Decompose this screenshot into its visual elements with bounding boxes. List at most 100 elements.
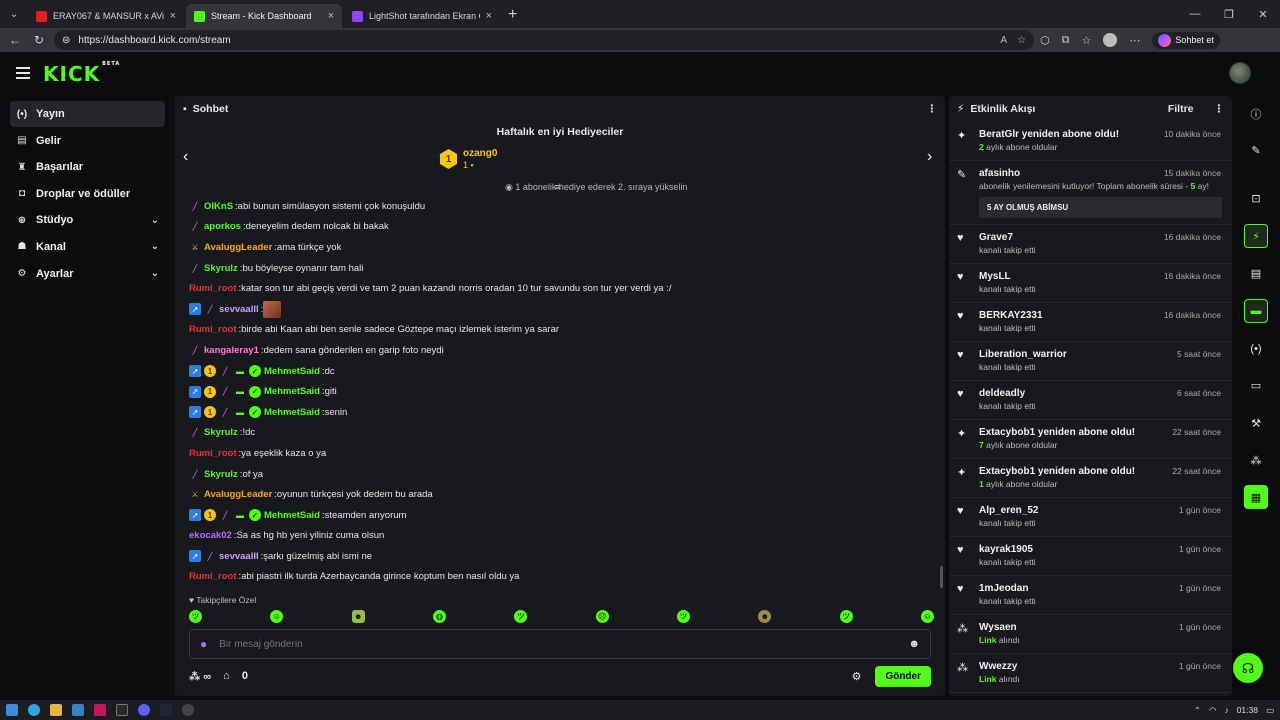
close-tab-icon[interactable]: × [486, 10, 492, 22]
chevron-left-icon[interactable]: ‹ [183, 148, 188, 166]
gifter-badge-icon[interactable]: 1 [204, 365, 216, 378]
gift-prompt[interactable]: ◉ 1 abonelik hediye ederek 2. sıraya yük… [505, 182, 687, 193]
verified-badge-icon[interactable]: ✓ [249, 406, 261, 419]
activity-item[interactable]: ♥ 1mJeodan kanalı takip etti 1 gün önce [949, 576, 1232, 615]
moderator-pen-icon[interactable]: ╱ [219, 386, 231, 398]
wrench-icon[interactable]: ⚒ [1244, 411, 1268, 435]
verified-badge-icon[interactable]: ✓ [249, 365, 261, 378]
chat-username[interactable]: Skyrulz [204, 469, 238, 480]
moderator-pen-icon[interactable]: ╱ [189, 200, 201, 212]
activity-item[interactable]: ♥ BERKAY2331 kanalı takip etti 16 dakika ön… [949, 303, 1232, 342]
browser-tab-3[interactable]: LightShot tarafından Ekran Görünt × [344, 4, 500, 28]
moderator-pen-icon[interactable]: ╱ [219, 406, 231, 418]
close-window-icon[interactable]: ✕ [1246, 8, 1280, 21]
tray-chevron-icon[interactable]: ⌃ [1194, 705, 1201, 716]
new-tab-button[interactable]: + [502, 6, 523, 28]
volume-icon[interactable]: ♪ [1224, 705, 1228, 715]
emote-icon[interactable]: ☺ [270, 610, 284, 623]
activity-item[interactable]: ♥ deldeadly kanalı takip etti 6 saat önce [949, 381, 1232, 420]
founder-badge-icon[interactable]: ▬ [234, 509, 246, 521]
chat-username[interactable]: kangaleray1 [204, 345, 259, 356]
sidebar-item-droplar[interactable]: ◘ Droplar ve ödüller [10, 181, 165, 207]
clapperboard-icon[interactable]: ▦ [1244, 485, 1268, 509]
app-icon[interactable] [116, 704, 128, 716]
subscriber-badge-icon[interactable]: ↗ [189, 385, 201, 398]
chat-username[interactable]: AvaluggLeader [204, 489, 272, 500]
read-aloud-icon[interactable]: A [1000, 35, 1007, 46]
emote-icon[interactable]: ☹ [595, 610, 609, 623]
moderator-pen-icon[interactable]: ╱ [204, 303, 216, 315]
founder-badge-icon[interactable]: ▬ [234, 365, 246, 377]
activity-item[interactable]: ✦ Extacybob1 yeniden abone oldu! 7 aylık a… [949, 420, 1232, 459]
chat-username[interactable]: Rumi_root [189, 324, 237, 335]
points-infinity-icon[interactable]: ⁂ ∞ [189, 670, 211, 683]
gifter-badge-icon[interactable]: 1 [204, 406, 216, 419]
chat-username[interactable]: MehmetSaid [264, 510, 320, 521]
discord-icon[interactable] [138, 704, 150, 716]
activity-item[interactable]: ♥ kayrak1905 kanalı takip etti 1 gün önce [949, 537, 1232, 576]
moderator-pen-icon[interactable]: ╱ [189, 262, 201, 274]
filter-button[interactable]: Filtre [1168, 103, 1194, 115]
chat-username[interactable]: MehmetSaid [264, 407, 320, 418]
connections-icon[interactable]: ⁂ [1244, 448, 1268, 472]
close-tab-icon[interactable]: × [170, 10, 176, 22]
emote-icon[interactable]: ツ [514, 610, 528, 623]
favorite-star-icon[interactable]: ☆ [1017, 35, 1026, 46]
sidebar-item-kanal[interactable]: ☗ Kanal ⌄ [10, 234, 165, 260]
activity-item[interactable]: ♥ MysLL kanalı takip etti 16 dakika önce [949, 264, 1232, 303]
chevron-right-icon[interactable]: › [927, 148, 932, 166]
extension-icon[interactable]: ⬡ [1040, 34, 1050, 47]
reload-icon[interactable]: ↻ [30, 33, 48, 47]
moderator-pen-icon[interactable]: ╱ [189, 221, 201, 233]
moderator-pen-icon[interactable]: ╱ [189, 468, 201, 480]
microphone-icon[interactable]: ● [200, 637, 207, 651]
activity-item[interactable]: ⁂ Wwezzy Link alındı 1 gün önce [949, 654, 1232, 693]
sword-badge-icon[interactable]: ⚔ [189, 241, 201, 253]
steam-icon[interactable] [160, 704, 172, 716]
maximize-icon[interactable]: ❐ [1212, 8, 1246, 21]
sword-badge-icon[interactable]: ⚔ [189, 489, 201, 501]
emoji-picker-icon[interactable]: ☻ [908, 638, 920, 650]
chat-username[interactable]: sevvaalll [219, 304, 259, 315]
founder-badge-icon[interactable]: ▬ [234, 386, 246, 398]
chat-username[interactable]: OlKnS [204, 201, 233, 212]
browser-tab-2[interactable]: Stream - Kick Dashboard × [186, 4, 342, 28]
chat-username[interactable]: ekocak02 [189, 530, 232, 541]
clock[interactable]: 01:38 [1237, 705, 1258, 715]
activity-item[interactable]: ✦ BeratGlr yeniden abone oldu! 2 aylık abo… [949, 122, 1232, 161]
gift-store-icon[interactable]: ⌂ [223, 670, 230, 682]
activity-item[interactable]: ✎ afasinho abonelik yenilemesini kutluyor!… [949, 161, 1232, 225]
edge-icon[interactable] [28, 704, 40, 716]
chat-username[interactable]: Rumi_root [189, 448, 237, 459]
chat-username[interactable]: Rumi_root [189, 571, 237, 582]
emote-icon[interactable]: ☺ [920, 610, 934, 623]
obs-icon[interactable] [182, 704, 194, 716]
subscriber-badge-icon[interactable]: ↗ [189, 303, 201, 316]
sidebar-item-yayin[interactable]: (•) Yayın [10, 101, 165, 127]
chat-username[interactable]: sevvaalll [219, 551, 259, 562]
moderator-pen-icon[interactable]: ╱ [189, 427, 201, 439]
subscriber-badge-icon[interactable]: ↗ [189, 406, 201, 419]
scan-icon[interactable]: ⊡ [1244, 186, 1268, 210]
sidebar-item-ayarlar[interactable]: ⚙ Ayarlar ⌄ [10, 261, 165, 287]
activity-item[interactable]: ♥ Liberation_warrior kanalı takip etti 5 sa… [949, 342, 1232, 381]
layout-icon[interactable]: ▭ [1244, 373, 1268, 397]
subscriber-badge-icon[interactable]: ↗ [189, 365, 201, 378]
chat-username[interactable]: AvaluggLeader [204, 242, 272, 253]
document-icon[interactable]: ▤ [1244, 261, 1268, 285]
chat-username[interactable]: Rumi_root [189, 283, 237, 294]
founder-badge-icon[interactable]: ▬ [234, 406, 246, 418]
chat-username[interactable]: MehmetSaid [264, 386, 320, 397]
copilot-chat-button[interactable]: Sohbet et [1152, 31, 1220, 49]
app-icon[interactable] [94, 704, 106, 716]
sidebar-item-basarilar[interactable]: ♜ Başarılar [10, 154, 165, 180]
minimize-icon[interactable]: — [1178, 8, 1212, 20]
subscriber-badge-icon[interactable]: ↗ [189, 550, 201, 563]
gifter-badge-icon[interactable]: 1 [204, 385, 216, 398]
verified-badge-icon[interactable]: ✓ [249, 385, 261, 398]
activity-item[interactable]: ♥ Alp_eren_52 kanalı takip etti 1 gün önce [949, 498, 1232, 537]
moderator-pen-icon[interactable]: ╱ [219, 509, 231, 521]
activity-lightning-icon[interactable]: ⚡ [1244, 224, 1268, 248]
extensions-icon[interactable]: ⧉ [1062, 34, 1070, 47]
chat-username[interactable]: Skyrulz [204, 427, 238, 438]
